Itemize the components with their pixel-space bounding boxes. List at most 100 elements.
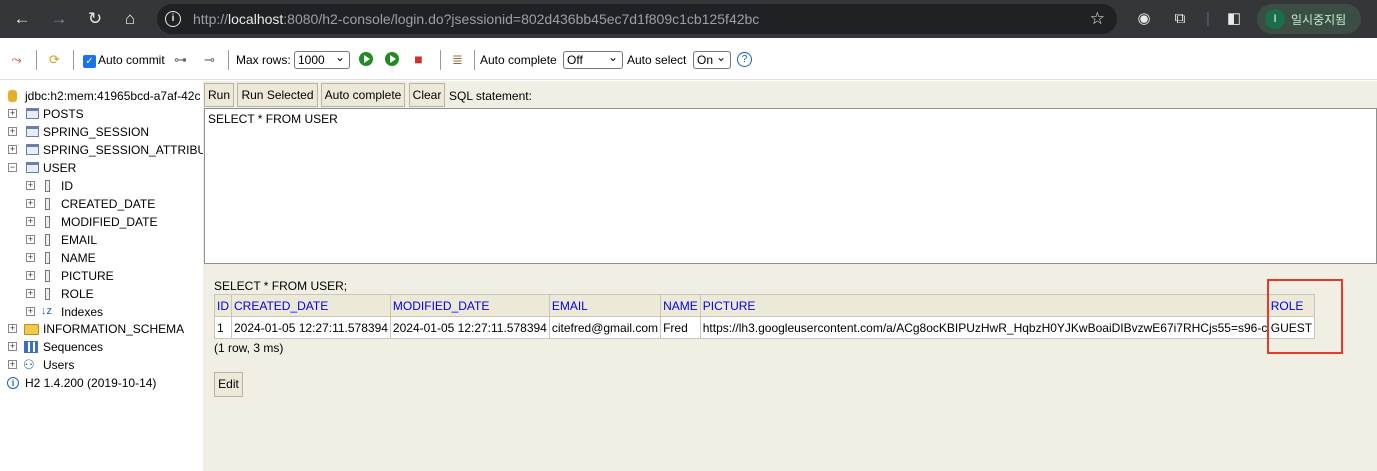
edit-button[interactable]: Edit: [214, 372, 243, 397]
refresh-icon[interactable]: ⟳: [46, 51, 63, 68]
tree-column-label: PICTURE: [61, 269, 114, 283]
expand-icon[interactable]: +: [26, 199, 35, 208]
expand-icon[interactable]: +: [26, 307, 35, 316]
cell-email: citefred@gmail.com: [548, 316, 662, 339]
collapse-icon[interactable]: −: [8, 163, 17, 172]
max-rows-value: 1000: [298, 53, 325, 67]
column-icon: [45, 270, 50, 282]
commit-icon[interactable]: ⊸: [201, 51, 218, 68]
tree-column-label: ROLE: [61, 287, 94, 301]
auto-select-select[interactable]: On: [693, 49, 731, 69]
result-query: SELECT * FROM USER;: [214, 279, 348, 293]
cell-created-date: 2024-01-05 12:27:11.578394: [231, 316, 391, 339]
max-rows-select[interactable]: 1000: [294, 49, 350, 69]
column-header-picture[interactable]: PICTURE: [699, 294, 1269, 317]
sql-statement-label: SQL statement:: [449, 89, 532, 103]
auto-complete-label: Auto complete: [480, 53, 557, 67]
tree-table-label: SPRING_SESSION_ATTRIBUTES: [43, 143, 203, 157]
tree-information-schema-label: INFORMATION_SCHEMA: [43, 322, 185, 336]
run-selected-icon[interactable]: [385, 52, 399, 66]
expand-icon[interactable]: +: [8, 324, 17, 333]
expand-icon[interactable]: +: [8, 145, 17, 154]
help-icon[interactable]: ?: [737, 52, 752, 67]
column-header-email[interactable]: EMAIL: [548, 294, 662, 317]
bookmark-star-icon[interactable]: ☆: [1090, 9, 1105, 29]
address-bar[interactable]: i http://localhost:8080/h2-console/login…: [157, 4, 1117, 34]
sql-editor[interactable]: SELECT * FROM USER: [204, 108, 1377, 264]
query-panel: Run Run Selected Auto complete Clear SQL…: [203, 81, 1377, 471]
expand-icon[interactable]: +: [26, 289, 35, 298]
toolbar-separator: [474, 50, 475, 70]
toolbar-separator: [440, 50, 441, 70]
expand-icon[interactable]: +: [26, 253, 35, 262]
expand-icon[interactable]: +: [8, 127, 17, 136]
auto-complete-button[interactable]: Auto complete: [321, 83, 405, 107]
tree-table-label: SPRING_SESSION: [43, 125, 150, 139]
auto-complete-select[interactable]: Off: [563, 49, 623, 69]
sequences-icon: [24, 341, 38, 353]
side-panel-icon[interactable]: ◧: [1224, 9, 1244, 29]
run-icon[interactable]: [359, 52, 373, 66]
tree-column-label: NAME: [61, 251, 96, 265]
rollback-icon[interactable]: ⊶: [172, 51, 189, 68]
profile-button[interactable]: I 일시중지됨: [1257, 4, 1361, 34]
expand-icon[interactable]: +: [26, 217, 35, 226]
run-selected-button[interactable]: Run Selected: [237, 83, 318, 107]
home-icon[interactable]: ⌂: [120, 9, 140, 29]
extension-avatar-icon[interactable]: ◉: [1134, 9, 1154, 29]
column-icon: [45, 288, 50, 300]
separator-icon: |: [1206, 10, 1210, 27]
version-label: H2 1.4.200 (2019-10-14): [25, 376, 157, 390]
expand-icon[interactable]: +: [26, 271, 35, 280]
column-icon: [45, 216, 50, 228]
tree-sequences-label: Sequences: [43, 340, 104, 354]
auto-complete-value: Off: [567, 53, 583, 67]
run-button[interactable]: Run: [204, 83, 234, 107]
back-icon[interactable]: ←: [12, 9, 32, 29]
column-header-modified-date[interactable]: MODIFIED_DATE: [389, 294, 550, 317]
column-header-created-date[interactable]: CREATED_DATE: [231, 294, 391, 317]
expand-icon[interactable]: +: [8, 360, 17, 369]
site-info-icon[interactable]: i: [165, 11, 181, 27]
profile-label: 일시중지됨: [1291, 13, 1347, 27]
tree-table-posts[interactable]: + POSTS: [6, 105, 203, 123]
tree-table-spring-session[interactable]: + SPRING_SESSION: [6, 123, 203, 141]
tree-table-spring-session-attributes[interactable]: + SPRING_SESSION_ATTRIBUTES: [6, 141, 203, 159]
tree-table-label: POSTS: [43, 107, 84, 121]
expand-icon[interactable]: +: [26, 235, 35, 244]
forward-icon[interactable]: →: [49, 9, 69, 29]
stop-icon[interactable]: ■: [410, 51, 427, 68]
connection-label: jdbc:h2:mem:41965bcd-a7af-42c: [25, 89, 201, 103]
disconnect-icon[interactable]: ⤳: [8, 51, 25, 68]
column-icon: [45, 180, 50, 192]
auto-commit-checkbox[interactable]: ✓: [83, 55, 96, 68]
toolbar-separator: [228, 50, 229, 70]
column-header-name[interactable]: NAME: [660, 294, 701, 317]
table-row: 1 2024-01-05 12:27:11.578394 2024-01-05 …: [214, 316, 1316, 339]
users-icon: ⚇: [23, 357, 35, 372]
expand-icon[interactable]: +: [8, 342, 17, 351]
tree-column-label: ID: [61, 179, 73, 193]
tree-column-label: EMAIL: [61, 233, 98, 247]
table-icon: [26, 162, 39, 173]
h2-toolbar: ⤳ ⟳ Auto commit ⊶ ⊸ Max rows: 1000 ■ ≣ A…: [0, 38, 1377, 80]
cell-picture-text: https://lh3.googleusercontent.com/a/ACg8…: [702, 320, 1267, 335]
reload-icon[interactable]: ↻: [85, 9, 105, 29]
result-area: SELECT * FROM USER; ID CREATED_DATE MODI…: [203, 268, 1377, 471]
expand-icon[interactable]: +: [26, 181, 35, 190]
toolbar-separator: [36, 50, 37, 70]
extensions-puzzle-icon[interactable]: ⧉: [1170, 9, 1190, 29]
history-icon[interactable]: ≣: [449, 51, 466, 68]
clear-button[interactable]: Clear: [409, 83, 445, 107]
url-text[interactable]: http://localhost:8080/h2-console/login.d…: [193, 11, 759, 27]
tree-table-user[interactable]: − USER: [6, 159, 203, 177]
result-table: ID CREATED_DATE MODIFIED_DATE EMAIL NAME…: [214, 294, 1316, 339]
cell-name: Fred: [660, 316, 701, 339]
max-rows-label: Max rows:: [236, 53, 291, 67]
role-highlight-box: [1267, 279, 1343, 354]
schema-tree: jdbc:h2:mem:41965bcd-a7af-42c + POSTS + …: [0, 81, 203, 471]
tree-column-label: MODIFIED_DATE: [61, 215, 158, 229]
column-header-id[interactable]: ID: [214, 294, 232, 317]
expand-icon[interactable]: +: [8, 109, 17, 118]
info-icon: i: [7, 377, 19, 389]
